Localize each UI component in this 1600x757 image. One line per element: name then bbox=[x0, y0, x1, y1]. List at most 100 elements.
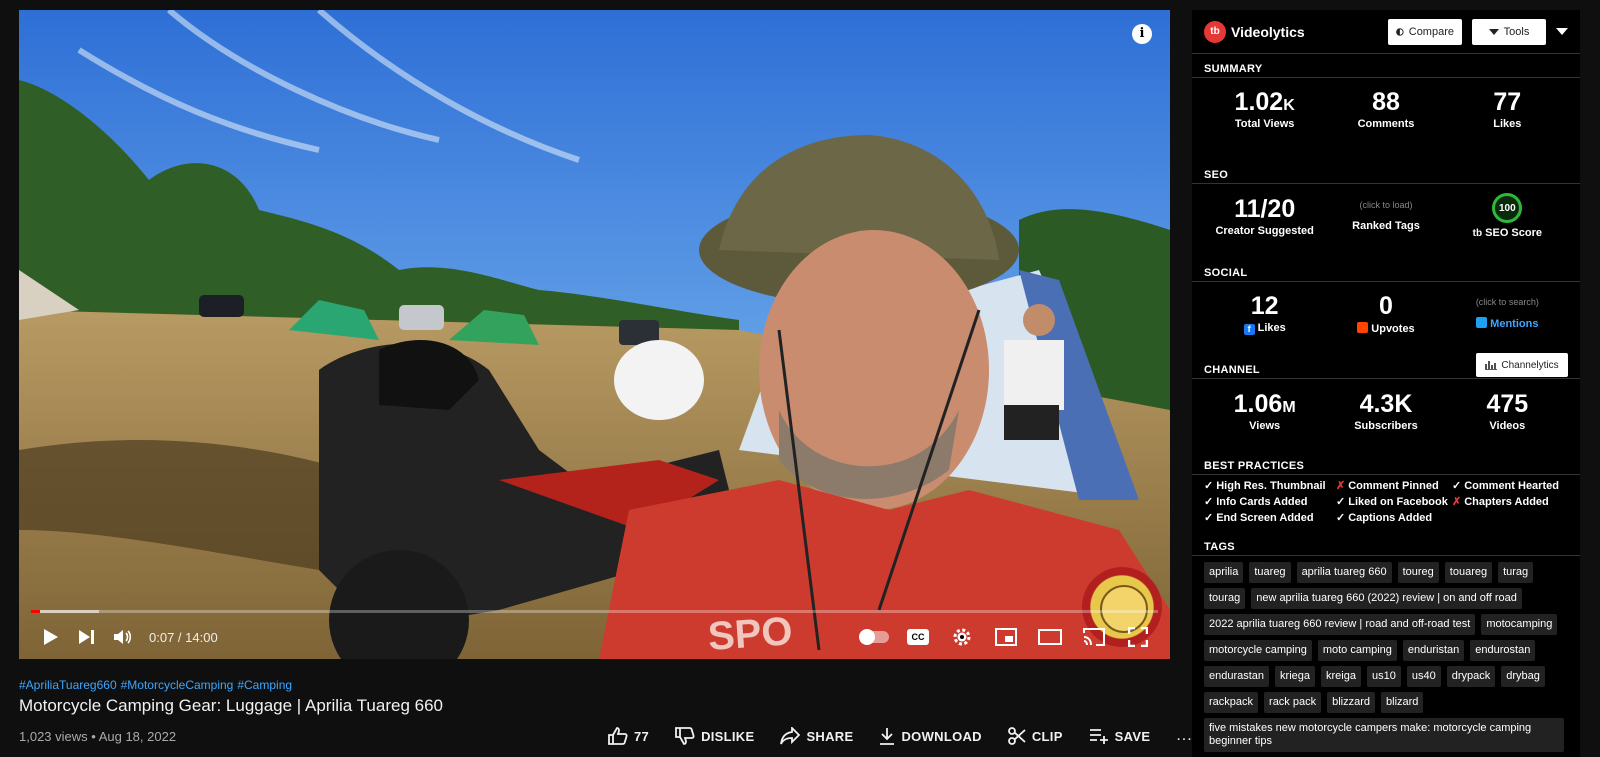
comments-stat: 88 Comments bbox=[1325, 88, 1446, 130]
tag-chip[interactable]: us40 bbox=[1406, 666, 1441, 687]
best-practice-item: ✓ Info Cards Added bbox=[1204, 495, 1336, 508]
channelytics-button[interactable]: Channelytics bbox=[1476, 353, 1568, 377]
save-button[interactable]: SAVE bbox=[1089, 728, 1151, 744]
tag-chip[interactable]: kriega bbox=[1275, 666, 1316, 687]
tag-chip[interactable]: endurastan bbox=[1204, 666, 1270, 687]
tag-chip[interactable]: motocamping bbox=[1481, 614, 1558, 635]
social-section-title: SOCIAL bbox=[1192, 264, 1580, 282]
next-button[interactable] bbox=[69, 622, 105, 652]
subtitles-button[interactable]: CC bbox=[900, 622, 936, 652]
cast-button[interactable] bbox=[1076, 622, 1112, 652]
check-icon: ✓ bbox=[1204, 496, 1214, 508]
thumbs-down-icon bbox=[675, 727, 695, 745]
subscribers-stat: 4.3K Subscribers bbox=[1325, 390, 1446, 432]
seo-score-label-text: SEO Score bbox=[1485, 227, 1542, 239]
mentions-label-wrap: Mentions bbox=[1447, 316, 1568, 330]
player-controls: 0:07 / 14:00 CC bbox=[19, 622, 1170, 652]
tag-chip[interactable]: enduristan bbox=[1402, 640, 1465, 661]
best-practice-label: End Screen Added bbox=[1216, 512, 1314, 524]
caret-down-icon bbox=[1488, 28, 1499, 35]
progress-buffered bbox=[31, 610, 99, 613]
theater-mode-button[interactable] bbox=[1032, 622, 1068, 652]
page-root: SPO i 0:07 / 14:00 CC #ApriliaTuareg660 … bbox=[0, 0, 1600, 757]
creator-suggested-value: 11/20 bbox=[1234, 195, 1296, 223]
tag-chip[interactable]: drypack bbox=[1446, 666, 1496, 687]
mentions-stat[interactable]: (click to search) Mentions bbox=[1447, 297, 1568, 330]
tag-chip[interactable]: moto camping bbox=[1317, 640, 1397, 661]
check-icon: ✓ bbox=[1204, 512, 1214, 524]
tag-chip[interactable]: new aprilia tuareg 660 (2022) review | o… bbox=[1251, 588, 1522, 609]
best-practice-label: Chapters Added bbox=[1464, 496, 1549, 508]
tag-chip[interactable]: five mistakes new motorcycle campers mak… bbox=[1204, 718, 1564, 752]
best-practice-item: ✓ End Screen Added bbox=[1204, 511, 1336, 524]
cross-icon: ✗ bbox=[1336, 480, 1346, 492]
comments-value: 88 bbox=[1372, 88, 1400, 116]
fullscreen-icon bbox=[1128, 627, 1148, 647]
tag-chip[interactable]: blizzard bbox=[1327, 692, 1376, 713]
download-icon bbox=[880, 728, 895, 745]
video-frame: SPO bbox=[19, 10, 1170, 659]
fullscreen-button[interactable] bbox=[1120, 622, 1156, 652]
progress-bar[interactable] bbox=[31, 610, 1158, 613]
miniplayer-button[interactable] bbox=[988, 622, 1024, 652]
settings-button[interactable] bbox=[944, 622, 980, 652]
tag-chip[interactable]: touareg bbox=[1444, 562, 1493, 583]
channelytics-label: Channelytics bbox=[1501, 359, 1559, 371]
collapse-caret-icon[interactable] bbox=[1556, 28, 1568, 35]
hashtag-link[interactable]: #Camping bbox=[237, 678, 292, 692]
tag-chip[interactable]: aprilia bbox=[1204, 562, 1244, 583]
like-button[interactable]: 77 bbox=[608, 727, 649, 745]
play-button[interactable] bbox=[33, 622, 69, 652]
mentions-label[interactable]: Mentions bbox=[1490, 318, 1538, 330]
tag-chip[interactable]: turag bbox=[1498, 562, 1534, 583]
tags-section-title: TAGS bbox=[1192, 538, 1580, 556]
channel-views-stat: 1.06M Views bbox=[1204, 390, 1325, 432]
hashtag-link[interactable]: #MotorcycleCamping bbox=[121, 678, 234, 692]
tag-chip[interactable]: toureg bbox=[1397, 562, 1439, 583]
tag-chip[interactable]: tourag bbox=[1204, 588, 1246, 609]
tag-chip[interactable]: drybag bbox=[1501, 666, 1545, 687]
best-practice-label: Info Cards Added bbox=[1216, 496, 1308, 508]
ranked-tags-stat[interactable]: (click to load) Ranked Tags bbox=[1325, 200, 1446, 232]
video-player[interactable]: SPO i 0:07 / 14:00 CC bbox=[19, 10, 1170, 659]
volume-button[interactable] bbox=[105, 622, 141, 652]
seo-score-stat[interactable]: 100 tb SEO Score bbox=[1447, 193, 1568, 239]
gear-icon bbox=[953, 628, 971, 646]
hashtag-link[interactable]: #ApriliaTuareg660 bbox=[19, 678, 117, 692]
seo-score-label: tb SEO Score bbox=[1447, 227, 1568, 239]
tag-chip[interactable]: kreiga bbox=[1321, 666, 1361, 687]
total-views-label: Total Views bbox=[1234, 118, 1295, 130]
clip-label: CLIP bbox=[1031, 728, 1063, 744]
best-practice-item: ✓ Liked on Facebook bbox=[1336, 495, 1452, 508]
tag-chip[interactable]: rackpack bbox=[1204, 692, 1259, 713]
info-icon[interactable]: i bbox=[1132, 24, 1152, 44]
tag-chip[interactable]: 2022 aprilia tuareg 660 review | road an… bbox=[1204, 614, 1476, 635]
clip-button[interactable]: CLIP bbox=[1007, 727, 1063, 745]
upvotes-label-wrap: Upvotes bbox=[1325, 321, 1446, 335]
tag-chip[interactable]: blizard bbox=[1381, 692, 1424, 713]
current-time: 0:07 bbox=[149, 629, 175, 645]
share-button[interactable]: SHARE bbox=[780, 727, 853, 745]
more-actions-button[interactable]: ... bbox=[1176, 727, 1192, 745]
autoplay-toggle[interactable] bbox=[856, 622, 892, 652]
tag-chip[interactable]: endurostan bbox=[1470, 640, 1536, 661]
tag-chip[interactable]: tuareg bbox=[1249, 562, 1291, 583]
tag-chip[interactable]: rack pack bbox=[1264, 692, 1322, 713]
download-button[interactable]: DOWNLOAD bbox=[879, 727, 982, 745]
tag-chip[interactable]: motorcycle camping bbox=[1204, 640, 1312, 661]
tag-chip[interactable]: aprilia tuareg 660 bbox=[1296, 562, 1392, 583]
tag-chip[interactable]: us10 bbox=[1366, 666, 1401, 687]
playlist-add-icon bbox=[1089, 729, 1108, 744]
tools-button[interactable]: Tools bbox=[1472, 18, 1546, 45]
check-icon: ✓ bbox=[1452, 480, 1462, 492]
cast-icon bbox=[1083, 628, 1105, 646]
seo-score-ring: 100 bbox=[1492, 193, 1523, 223]
total-views-suffix: K bbox=[1283, 97, 1295, 114]
dislike-button[interactable]: DISLIKE bbox=[675, 727, 754, 745]
compare-button[interactable]: Compare bbox=[1388, 18, 1462, 45]
upvotes-label[interactable]: Upvotes bbox=[1371, 323, 1414, 335]
facebook-likes-label: Likes bbox=[1257, 321, 1286, 334]
best-practices-section-title: BEST PRACTICES bbox=[1192, 457, 1580, 475]
seo-row: 11/20 Creator Suggested (click to load) … bbox=[1192, 184, 1580, 248]
progress-played bbox=[31, 610, 41, 613]
